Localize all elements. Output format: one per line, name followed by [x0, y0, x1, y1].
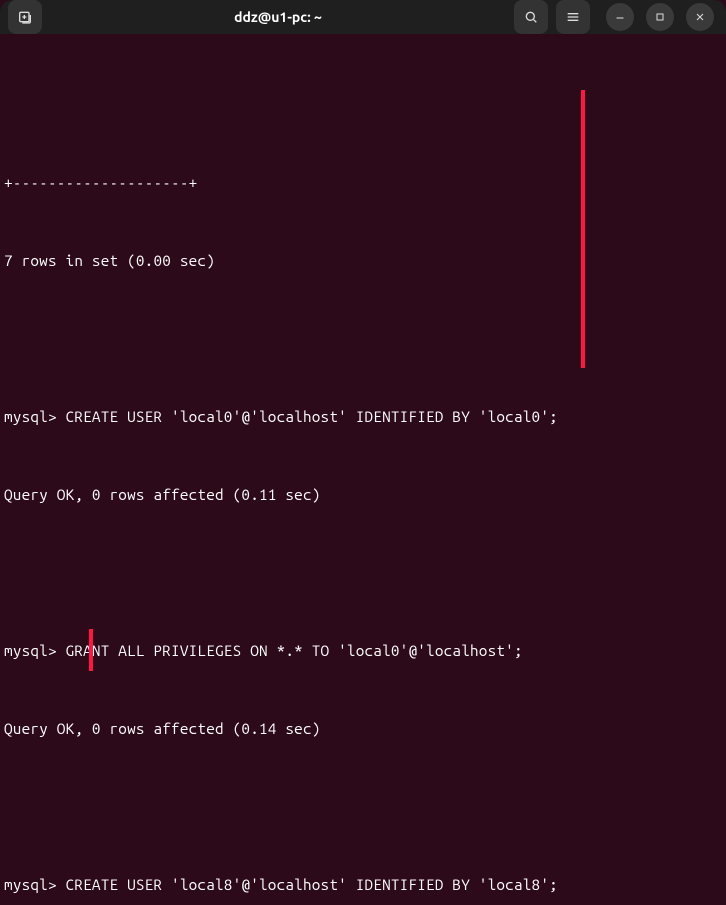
terminal-line — [4, 326, 724, 352]
terminal-line: 7 rows in set (0.00 sec) — [4, 248, 724, 274]
maximize-button[interactable] — [646, 3, 674, 31]
terminal-line: Query OK, 0 rows affected (0.11 sec) — [4, 482, 724, 508]
terminal-window: ddz@u1-pc: ~ +--------------------+ 7 ro… — [0, 0, 726, 905]
terminal-line — [4, 794, 724, 820]
search-button[interactable] — [514, 0, 548, 34]
menu-button[interactable] — [556, 0, 590, 34]
terminal-line: Query OK, 0 rows affected (0.14 sec) — [4, 716, 724, 742]
terminal-line: mysql> CREATE USER 'local8'@'localhost' … — [4, 872, 724, 898]
terminal-line — [4, 560, 724, 586]
minimize-button[interactable] — [606, 3, 634, 31]
annotation-highlight-icon — [89, 629, 93, 671]
terminal-body[interactable]: +--------------------+ 7 rows in set (0.… — [0, 34, 726, 905]
terminal-line: +--------------------+ — [4, 170, 724, 196]
new-tab-button[interactable] — [8, 0, 42, 34]
annotation-highlight-icon — [581, 90, 585, 368]
close-button[interactable] — [686, 3, 714, 31]
titlebar: ddz@u1-pc: ~ — [0, 0, 726, 34]
terminal-line: mysql> CREATE USER 'local0'@'localhost' … — [4, 404, 724, 430]
terminal-line: mysql> GRANT ALL PRIVILEGES ON *.* TO 'l… — [4, 638, 724, 664]
window-title: ddz@u1-pc: ~ — [50, 9, 506, 25]
